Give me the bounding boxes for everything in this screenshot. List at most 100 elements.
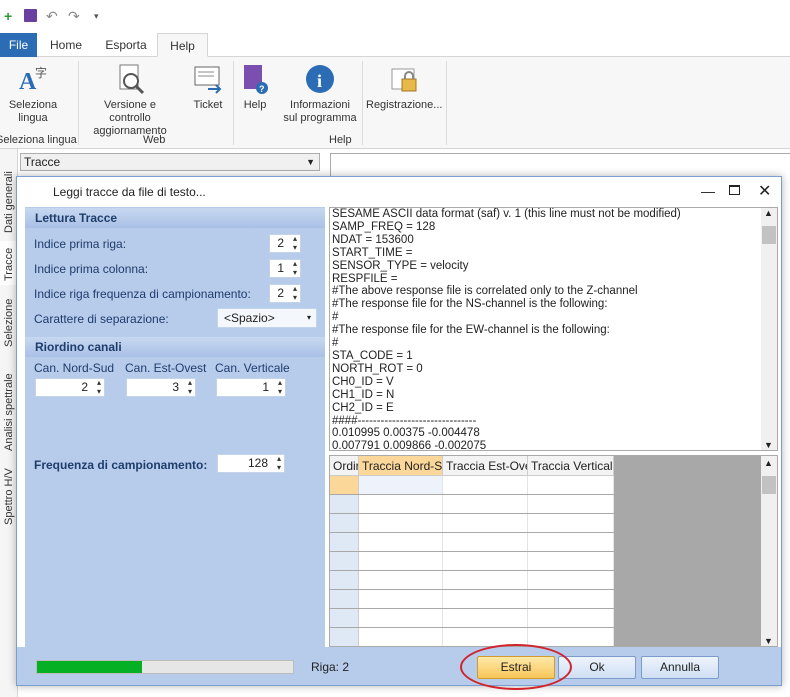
help-button[interactable]: ? Help	[238, 63, 272, 112]
ew-channel-stepper[interactable]: 3	[126, 378, 196, 397]
svg-text:字: 字	[35, 65, 47, 80]
preview-line: #The response file for the NS-channel is…	[332, 298, 608, 311]
dialog-title: Leggi tracce da file di testo...	[17, 177, 781, 207]
grid-cell[interactable]	[443, 533, 528, 551]
grid-cell[interactable]	[443, 590, 528, 608]
chevron-up-icon[interactable]: ▲	[764, 208, 773, 218]
grid-header-ns[interactable]: Traccia Nord-Sud	[359, 456, 443, 476]
group-label-help: Help	[329, 134, 352, 146]
tab-export[interactable]: Esporta	[100, 33, 152, 57]
chevron-down-icon[interactable]: ▼	[764, 440, 773, 450]
preview-line: ####-------------------------------	[332, 414, 477, 427]
grid-cell[interactable]	[528, 476, 614, 494]
preview-line: SAMP_FREQ = 128	[332, 220, 436, 233]
scrollbar-thumb[interactable]	[762, 226, 776, 244]
vertical-channel-stepper[interactable]: 1	[216, 378, 286, 397]
first-row-stepper[interactable]: 2	[269, 234, 301, 253]
row-header-cell[interactable]	[330, 571, 359, 589]
tab-file[interactable]: File	[0, 33, 37, 57]
table-row[interactable]	[330, 628, 614, 646]
grid-cell[interactable]	[528, 533, 614, 551]
grid-cell[interactable]	[359, 628, 443, 646]
add-icon[interactable]: +	[4, 7, 12, 25]
row-header-cell[interactable]	[330, 533, 359, 551]
grid-cell[interactable]	[359, 495, 443, 513]
table-row[interactable]	[330, 495, 614, 513]
row-header-cell[interactable]	[330, 609, 359, 627]
row-header-cell[interactable]	[330, 628, 359, 646]
undo-icon[interactable]: ↶	[46, 7, 58, 25]
row-header-cell[interactable]	[330, 514, 359, 532]
row-header-cell[interactable]	[330, 552, 359, 570]
grid-cell[interactable]	[443, 609, 528, 627]
grid-cell[interactable]	[528, 571, 614, 589]
grid-cell[interactable]	[359, 514, 443, 532]
grid-cell[interactable]	[359, 533, 443, 551]
grid-cell[interactable]	[443, 514, 528, 532]
chevron-up-icon[interactable]: ▲	[764, 458, 773, 468]
save-icon[interactable]	[24, 9, 37, 22]
version-check-button[interactable]: Versione e controllo aggiornamento	[82, 63, 178, 138]
grid-cell[interactable]	[528, 514, 614, 532]
table-row[interactable]	[330, 571, 614, 589]
table-row[interactable]	[330, 590, 614, 608]
grid-cell[interactable]	[528, 552, 614, 570]
close-icon[interactable]: ✕	[758, 181, 771, 201]
grid-cell[interactable]	[443, 476, 528, 494]
grid-cell[interactable]	[359, 609, 443, 627]
grid-cell[interactable]	[528, 628, 614, 646]
preview-line: CH1_ID = N	[332, 388, 395, 401]
preview-line: CH2_ID = E	[332, 401, 394, 414]
preview-line: CH0_ID = V	[332, 375, 394, 388]
grid-cell[interactable]	[443, 552, 528, 570]
row-header-cell[interactable]	[330, 495, 359, 513]
redo-icon[interactable]: ↷	[68, 7, 80, 25]
grid-cell[interactable]	[359, 552, 443, 570]
row-header-cell[interactable]	[330, 476, 359, 494]
sampling-frequency-stepper[interactable]: 128	[217, 454, 285, 473]
table-row[interactable]	[330, 476, 614, 494]
cancel-button[interactable]: Annulla	[641, 656, 719, 679]
maximize-icon[interactable]	[729, 185, 740, 195]
grid-header-order[interactable]: Ordir	[330, 456, 359, 476]
row-header-cell[interactable]	[330, 590, 359, 608]
table-row[interactable]	[330, 533, 614, 551]
group-separator	[233, 61, 234, 145]
grid-cell[interactable]	[443, 571, 528, 589]
grid-header-vertical[interactable]: Traccia Verticale	[528, 456, 614, 476]
program-info-button[interactable]: i Informazioni sul programma	[282, 63, 358, 125]
table-row[interactable]	[330, 552, 614, 570]
settings-panel: Lettura Tracce Indice prima riga: 2 Indi…	[25, 207, 325, 647]
traces-grid[interactable]: Ordir Traccia Nord-Sud Traccia Est-Ovest…	[329, 455, 778, 647]
table-row[interactable]	[330, 609, 614, 627]
grid-cell[interactable]	[359, 571, 443, 589]
ticket-icon	[192, 63, 224, 95]
freq-row-stepper[interactable]: 2	[269, 284, 301, 303]
file-preview-textbox[interactable]: SESAME ASCII data format (saf) v. 1 (thi…	[329, 207, 778, 451]
grid-cell[interactable]	[359, 590, 443, 608]
grid-scrollbar[interactable]: ▲ ▼	[761, 456, 777, 646]
customize-icon[interactable]: ▾	[94, 7, 99, 25]
preview-scrollbar[interactable]: ▲ ▼	[761, 208, 777, 450]
separator-select[interactable]: <Spazio> ▾	[217, 308, 317, 328]
grid-cell[interactable]	[528, 495, 614, 513]
group-separator	[362, 61, 363, 145]
grid-cell[interactable]	[528, 609, 614, 627]
grid-header-ew[interactable]: Traccia Est-Ovest	[443, 456, 528, 476]
traces-combo[interactable]: Tracce ▼	[20, 153, 320, 171]
grid-cell[interactable]	[443, 495, 528, 513]
tab-home[interactable]: Home	[46, 33, 86, 57]
grid-cell[interactable]	[359, 476, 443, 494]
table-row[interactable]	[330, 514, 614, 532]
scrollbar-thumb[interactable]	[762, 476, 776, 494]
minimize-icon[interactable]: —	[701, 183, 715, 199]
ns-channel-stepper[interactable]: 2	[35, 378, 105, 397]
select-language-button[interactable]: A字 Seleziona lingua	[4, 63, 62, 125]
grid-cell[interactable]	[528, 590, 614, 608]
chevron-down-icon[interactable]: ▼	[764, 636, 773, 646]
first-col-stepper[interactable]: 1	[269, 259, 301, 278]
tab-help[interactable]: Help	[157, 33, 208, 57]
ticket-button[interactable]: Ticket	[188, 63, 228, 112]
registration-button[interactable]: Registrazione...	[366, 63, 442, 112]
preview-line: SESAME ASCII data format (saf) v. 1 (thi…	[332, 208, 681, 220]
